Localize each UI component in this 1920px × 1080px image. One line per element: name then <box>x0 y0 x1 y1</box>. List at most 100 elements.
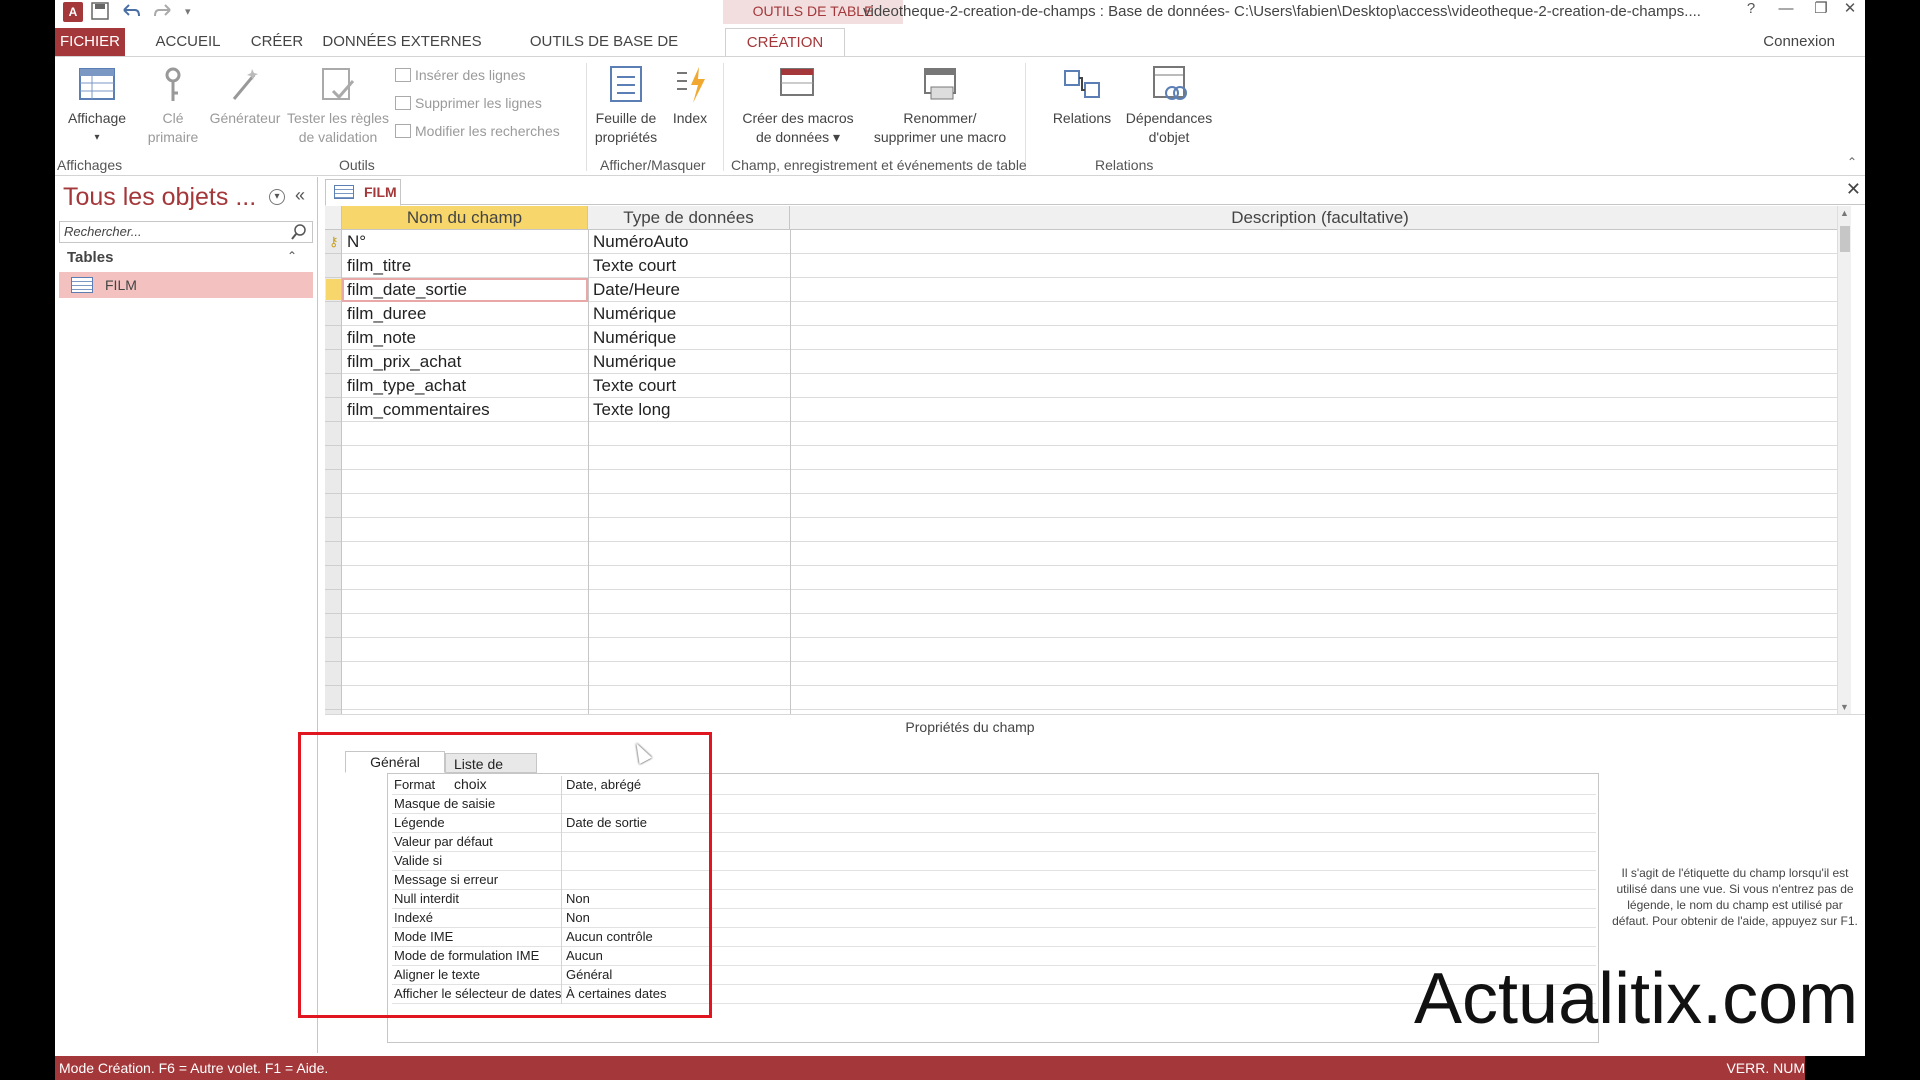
row-selector[interactable] <box>326 351 341 372</box>
nav-item-film[interactable]: FILM <box>59 272 313 298</box>
nav-pane-title[interactable]: Tous les objets ... <box>63 183 256 212</box>
field-name-cell[interactable]: film_note <box>342 326 588 350</box>
collapse-ribbon-icon[interactable]: ⌃ <box>1847 155 1857 169</box>
field-row[interactable]: film_duree Numérique <box>325 302 1851 326</box>
tester-regles-button[interactable]: Tester les règles de validation <box>283 65 393 147</box>
field-row[interactable]: ⚷ N° NuméroAuto <box>325 230 1851 254</box>
data-type-cell[interactable]: Texte court <box>588 374 790 398</box>
close-button[interactable]: ✕ <box>1835 0 1865 20</box>
row-selector[interactable] <box>326 327 341 348</box>
data-type-cell[interactable]: Texte court <box>588 254 790 278</box>
feuille-proprietes-button[interactable]: Feuille de propriétés <box>589 65 663 147</box>
tab-creer[interactable]: CRÉER <box>237 28 317 56</box>
annotation-highlight-box <box>298 732 712 1018</box>
group-label-champ: Champ, enregistrement et événements de t… <box>731 157 1027 173</box>
tab-donnees-externes[interactable]: DONNÉES EXTERNES <box>317 28 487 56</box>
index-lightning-icon <box>671 65 709 105</box>
customize-qat-icon[interactable]: ▾ <box>185 2 205 22</box>
scroll-up-icon[interactable]: ▲ <box>1840 208 1849 218</box>
search-icon[interactable] <box>291 224 307 245</box>
modify-lookups-icon <box>395 124 411 138</box>
scroll-down-icon[interactable]: ▼ <box>1840 702 1849 712</box>
tab-outils-base-donnees[interactable]: OUTILS DE BASE DE DONNÉES <box>493 28 715 78</box>
field-name-cell[interactable]: film_titre <box>342 254 588 278</box>
field-row[interactable]: film_commentaires Texte long <box>325 398 1851 422</box>
index-button[interactable]: Index <box>665 65 715 128</box>
relations-button[interactable]: Relations <box>1045 65 1119 128</box>
nav-search-input[interactable]: Rechercher... <box>59 221 313 243</box>
inserer-lignes-button[interactable]: Insérer des lignes <box>395 67 526 83</box>
nav-group-tables[interactable]: Tables <box>61 247 311 269</box>
generateur-button[interactable]: Générateur <box>205 65 285 128</box>
field-name-cell[interactable]: film_type_achat <box>342 374 588 398</box>
column-header-description[interactable]: Description (facultative) <box>790 206 1851 230</box>
field-name-cell[interactable]: film_prix_achat <box>342 350 588 374</box>
renommer-macro-button[interactable]: Renommer/ supprimer une macro <box>865 65 1015 147</box>
cle-primaire-button[interactable]: Clé primaire <box>139 65 207 147</box>
nav-menu-dropdown-icon[interactable]: ▾ <box>269 189 285 205</box>
table-design-grid: Nom du champ Type de données Description… <box>325 206 1851 714</box>
tab-fichier[interactable]: FICHIER <box>55 28 125 56</box>
row-selector[interactable] <box>326 255 341 276</box>
field-name-cell[interactable]: film_duree <box>342 302 588 326</box>
minimize-button[interactable]: — <box>1771 0 1801 20</box>
scrollbar-thumb[interactable] <box>1840 226 1850 252</box>
help-button[interactable]: ? <box>1736 0 1766 20</box>
redo-icon[interactable] <box>153 2 173 22</box>
modifier-recherches-button[interactable]: Modifier les recherches <box>395 123 560 139</box>
group-collapse-icon[interactable]: ⌃ <box>287 249 297 263</box>
row-selector[interactable] <box>326 375 341 396</box>
data-type-cell[interactable]: Numérique <box>588 350 790 374</box>
save-icon[interactable] <box>91 2 111 22</box>
row-selector[interactable] <box>326 399 341 420</box>
supprimer-lignes-button[interactable]: Supprimer les lignes <box>395 95 542 111</box>
field-row[interactable]: film_date_sortie Date/Heure <box>325 278 1851 302</box>
ribbon-tabs: FICHIER ACCUEIL CRÉER DONNÉES EXTERNES O… <box>55 28 1865 78</box>
ribbon: Affichage ▾ Clé primaire Générateur Test… <box>55 56 1865 176</box>
restore-button[interactable]: ❐ <box>1806 0 1836 20</box>
data-type-cell[interactable]: Numérique <box>588 326 790 350</box>
column-header-data-type[interactable]: Type de données <box>588 206 790 230</box>
sign-in-link[interactable]: Connexion <box>1763 33 1835 50</box>
field-row[interactable]: film_prix_achat Numérique <box>325 350 1851 374</box>
row-selector[interactable] <box>326 303 341 324</box>
field-name-cell[interactable]: film_commentaires <box>342 398 588 422</box>
data-type-cell[interactable]: Date/Heure <box>588 278 790 302</box>
data-type-cell[interactable]: NuméroAuto <box>588 230 790 254</box>
view-icon <box>78 65 116 105</box>
data-type-cell[interactable]: Numérique <box>588 302 790 326</box>
data-macro-icon <box>779 65 817 105</box>
test-validation-icon <box>319 65 357 105</box>
delete-rows-icon <box>395 96 411 110</box>
builder-wand-icon <box>226 65 264 105</box>
data-type-cell[interactable]: Texte long <box>588 398 790 422</box>
column-header-field-name[interactable]: Nom du champ <box>342 206 588 230</box>
field-row[interactable]: film_type_achat Texte court <box>325 374 1851 398</box>
group-separator <box>1025 63 1026 171</box>
row-selector[interactable] <box>326 279 341 300</box>
field-row[interactable]: film_titre Texte court <box>325 254 1851 278</box>
watermark: Actualitix.com <box>1414 959 1859 1039</box>
property-sheet-icon <box>607 65 645 105</box>
select-all-corner[interactable] <box>325 206 342 230</box>
nav-collapse-icon[interactable]: « <box>295 185 305 206</box>
status-bar-overlay <box>1805 1056 1865 1080</box>
creer-macros-button[interactable]: Créer des macros de données ▾ <box>733 65 863 147</box>
tab-creation[interactable]: CRÉATION <box>725 28 845 57</box>
field-name-cell[interactable]: film_date_sortie <box>342 278 588 302</box>
field-row[interactable]: film_note Numérique <box>325 326 1851 350</box>
tab-film[interactable]: FILM <box>325 179 401 206</box>
primary-key-icon: ⚷ <box>329 234 339 249</box>
group-label-relations: Relations <box>1095 157 1154 173</box>
primary-key-icon <box>154 65 192 105</box>
field-name-cell[interactable]: N° <box>342 230 588 254</box>
affichage-button[interactable]: Affichage ▾ <box>57 65 137 147</box>
dependances-objet-button[interactable]: Dépendances d'objet <box>1119 65 1219 147</box>
close-document-icon[interactable]: ✕ <box>1846 179 1861 200</box>
row-selector[interactable]: ⚷ <box>326 231 341 252</box>
rename-macro-icon <box>921 65 959 105</box>
undo-icon[interactable] <box>121 2 141 22</box>
access-logo-icon[interactable]: A <box>63 2 83 22</box>
tab-accueil[interactable]: ACCUEIL <box>143 28 233 56</box>
vertical-scrollbar[interactable]: ▲ ▼ <box>1837 206 1851 714</box>
